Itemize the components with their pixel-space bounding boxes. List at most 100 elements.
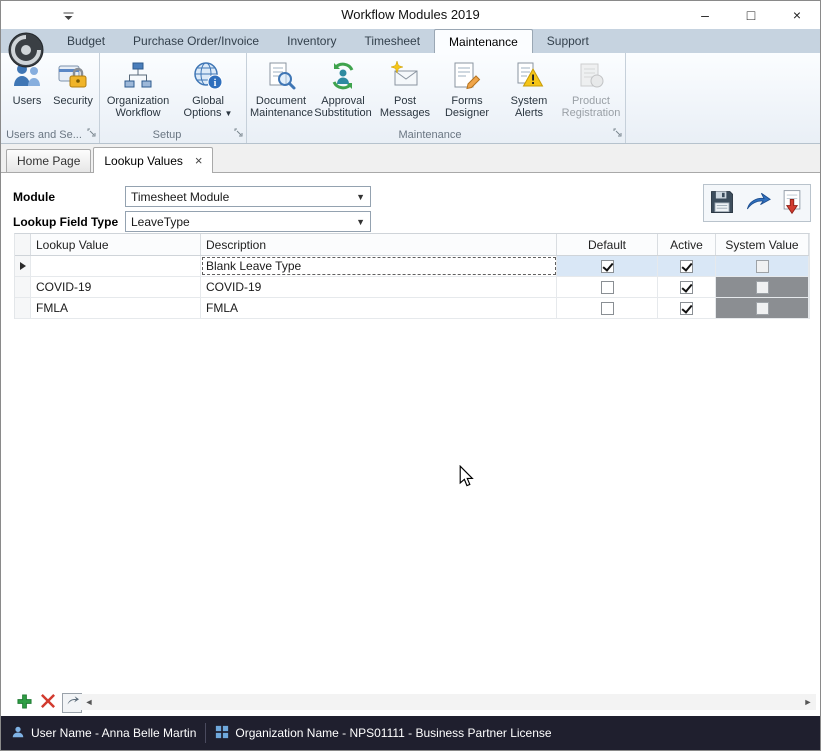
table-row: COVID-19 COVID-19	[15, 277, 809, 298]
tab-lookup-values[interactable]: Lookup Values ×	[93, 147, 213, 173]
system-value-cell	[716, 277, 809, 297]
system-value-checkbox	[756, 281, 769, 294]
ribbon-group-label: Maintenance	[249, 128, 611, 142]
ribbon-group-label: Users and Se...	[3, 128, 85, 142]
default-cell[interactable]	[557, 277, 658, 297]
lookup-value-cell[interactable]: FMLA	[31, 298, 201, 318]
close-tab-icon[interactable]: ×	[195, 154, 203, 167]
chevron-down-icon: ▼	[353, 217, 368, 227]
current-row-indicator	[15, 256, 31, 276]
ribbon-group-maintenance: Document Maintenance Approval Substituti…	[247, 53, 626, 143]
svg-text:i: i	[214, 78, 217, 89]
tab-home-page[interactable]: Home Page	[6, 149, 91, 172]
ribbon-tab-support[interactable]: Support	[533, 29, 603, 53]
close-button[interactable]: ×	[774, 1, 820, 29]
ribbon-item-organization-workflow[interactable]: Organization Workflow	[103, 55, 173, 127]
scroll-left-arrow-icon[interactable]: ◄	[81, 694, 97, 710]
ribbon-item-security[interactable]: Security	[50, 55, 96, 127]
default-checkbox[interactable]	[601, 281, 614, 294]
grid-footer-toolbar: ◄ ►	[1, 689, 820, 716]
document-search-icon	[250, 58, 312, 94]
minimize-button[interactable]: –	[682, 1, 728, 29]
default-cell[interactable]	[557, 256, 658, 276]
column-header-active[interactable]: Active	[658, 234, 716, 255]
ribbon-tab-purchase-order-invoice[interactable]: Purchase Order/Invoice	[119, 29, 273, 53]
active-cell[interactable]	[658, 256, 716, 276]
lookup-value-cell[interactable]	[31, 256, 201, 276]
default-cell[interactable]	[557, 298, 658, 318]
ribbon-item-forms-designer[interactable]: Forms Designer	[436, 55, 498, 127]
system-value-cell	[716, 256, 809, 276]
status-separator	[205, 723, 206, 743]
description-cell[interactable]: COVID-19	[201, 277, 557, 297]
table-row: Blank Leave Type	[15, 256, 809, 277]
ribbon-item-post-messages[interactable]: Post Messages	[374, 55, 436, 127]
product-box-icon	[560, 58, 622, 94]
status-user: User Name - Anna Belle Martin	[11, 725, 196, 742]
description-cell[interactable]: Blank Leave Type	[201, 256, 557, 276]
system-value-cell	[716, 298, 809, 318]
ribbon-tab-inventory[interactable]: Inventory	[273, 29, 350, 53]
save-button[interactable]	[706, 187, 738, 219]
lookup-field-type-select[interactable]: LeaveType ▼	[125, 211, 371, 232]
dialog-launcher-icon[interactable]	[87, 126, 96, 140]
maximize-button[interactable]: □	[728, 1, 774, 29]
floppy-disk-icon	[708, 188, 736, 219]
active-checkbox[interactable]	[680, 260, 693, 273]
ribbon-item-approval-substitution[interactable]: Approval Substitution	[312, 55, 374, 127]
active-cell[interactable]	[658, 277, 716, 297]
lookup-values-panel: Module Timesheet Module ▼ Lookup Field T…	[1, 173, 820, 716]
row-indicator-header	[15, 234, 31, 255]
ribbon-group-label: Setup	[102, 128, 232, 142]
scroll-right-arrow-icon[interactable]: ►	[800, 694, 816, 710]
description-cell[interactable]: FMLA	[201, 298, 557, 318]
globe-icon: i	[173, 58, 243, 94]
app-logo-icon[interactable]	[7, 31, 45, 72]
active-checkbox[interactable]	[680, 281, 693, 294]
lookup-field-type-label: Lookup Field Type	[13, 215, 125, 229]
module-select[interactable]: Timesheet Module ▼	[125, 186, 371, 207]
chevron-down-icon: ▼	[353, 192, 368, 202]
document-tab-strip: Home Page Lookup Values ×	[1, 144, 820, 173]
default-checkbox[interactable]	[601, 260, 614, 273]
delete-row-button[interactable]	[38, 693, 58, 713]
ribbon-tab-strip: Budget Purchase Order/Invoice Inventory …	[1, 29, 820, 53]
grid-header-row: Lookup Value Description Default Active …	[15, 234, 809, 256]
dialog-launcher-icon[interactable]	[234, 126, 243, 140]
default-checkbox[interactable]	[601, 302, 614, 315]
add-row-button[interactable]	[14, 693, 34, 713]
lookup-value-cell[interactable]: COVID-19	[31, 277, 201, 297]
ribbon-item-global-options[interactable]: i Global Options ▼	[173, 55, 243, 127]
system-value-checkbox	[756, 260, 769, 273]
ribbon-tab-maintenance[interactable]: Maintenance	[434, 29, 533, 53]
dialog-launcher-icon[interactable]	[613, 126, 622, 140]
titlebar: Workflow Modules 2019 – □ ×	[1, 1, 820, 29]
ribbon-group-setup: Organization Workflow i Global Options ▼…	[100, 53, 247, 143]
active-cell[interactable]	[658, 298, 716, 318]
column-header-default[interactable]: Default	[557, 234, 658, 255]
action-toolbar	[703, 184, 811, 222]
preview-button[interactable]	[741, 187, 773, 219]
module-label: Module	[13, 190, 125, 204]
user-icon	[11, 725, 25, 742]
system-value-checkbox	[756, 302, 769, 315]
dropdown-arrow-icon: ▼	[225, 109, 233, 118]
column-header-description[interactable]: Description	[201, 234, 557, 255]
horizontal-scrollbar[interactable]: ◄ ►	[81, 694, 816, 710]
column-header-lookup-value[interactable]: Lookup Value	[31, 234, 201, 255]
ribbon: Users Security Users and Se... Organizat…	[1, 53, 820, 144]
active-checkbox[interactable]	[680, 302, 693, 315]
ribbon-tab-budget[interactable]: Budget	[53, 29, 119, 53]
organization-grid-icon	[215, 725, 229, 742]
export-button[interactable]	[776, 187, 808, 219]
lookup-field-type-row: Lookup Field Type LeaveType ▼	[13, 211, 371, 232]
column-header-system-value[interactable]: System Value	[716, 234, 809, 255]
undo-button[interactable]	[62, 693, 82, 713]
row-indicator	[15, 277, 31, 297]
ribbon-item-document-maintenance[interactable]: Document Maintenance	[250, 55, 312, 127]
ribbon-item-system-alerts[interactable]: System Alerts	[498, 55, 560, 127]
ribbon-tab-timesheet[interactable]: Timesheet	[350, 29, 434, 53]
approval-cycle-icon	[312, 58, 374, 94]
green-plus-icon	[17, 694, 32, 712]
app-window: Workflow Modules 2019 – □ × Budget Purch…	[0, 0, 821, 751]
